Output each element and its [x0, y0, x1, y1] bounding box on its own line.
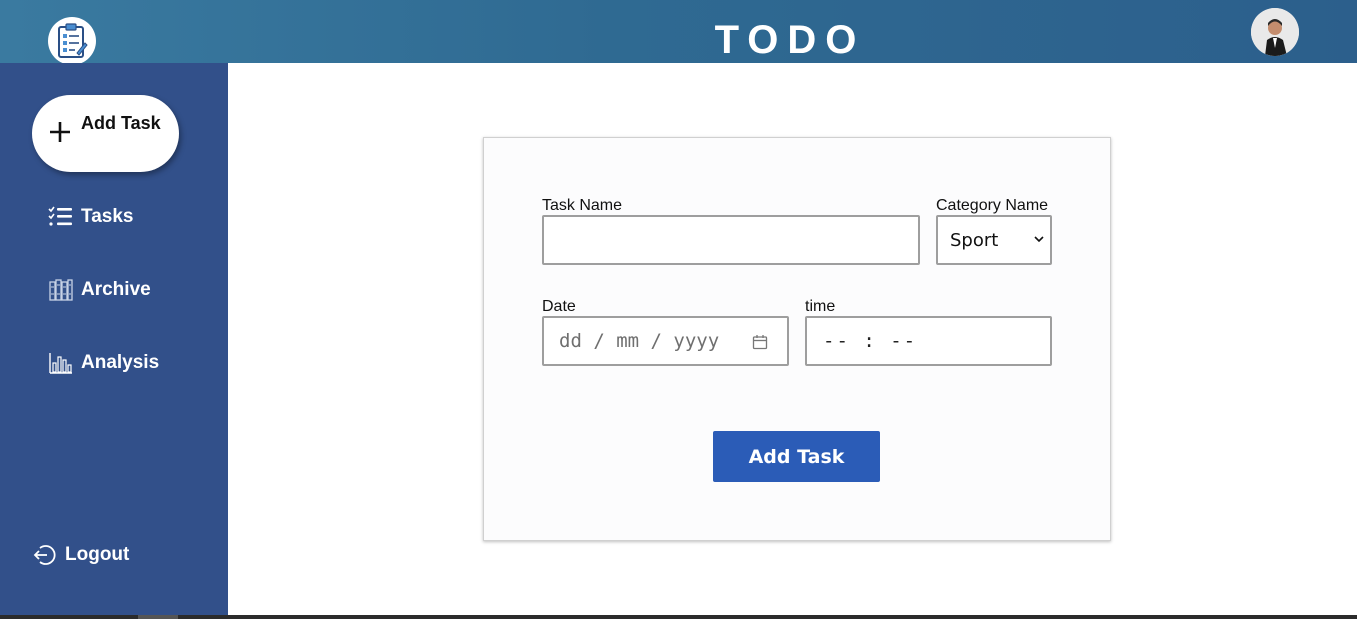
category-select[interactable]: Sport — [936, 215, 1052, 265]
user-avatar-icon[interactable] — [1251, 8, 1299, 56]
time-label: time — [805, 298, 836, 315]
sidebar-item-analysis[interactable]: Analysis — [48, 348, 159, 378]
chevron-down-icon — [1034, 236, 1044, 243]
category-name-label: Category Name — [936, 197, 1049, 214]
bottom-strip — [0, 615, 1357, 619]
add-task-sidebar-label: Add Task — [81, 113, 161, 133]
date-label: Date — [542, 298, 576, 315]
checklist-icon — [48, 205, 73, 230]
app-title: TODO — [714, 18, 866, 62]
sidebar-item-archive[interactable]: Archive — [48, 275, 151, 305]
plus-icon — [50, 122, 70, 142]
date-placeholder: dd / mm / yyyy — [559, 330, 720, 352]
sidebar-item-label: Archive — [81, 279, 151, 300]
add-task-sidebar-button[interactable]: Add Task — [32, 95, 179, 172]
category-selected-value: Sport — [950, 229, 999, 251]
add-task-form: Task Name Category Name Sport Date dd / … — [483, 137, 1111, 541]
bottom-strip-tab — [138, 615, 178, 619]
app-header: TODO — [0, 0, 1357, 65]
logout-button[interactable]: Logout — [32, 540, 129, 570]
logout-label: Logout — [65, 544, 130, 565]
time-placeholder: -- : -- — [823, 330, 918, 352]
sidebar-item-label: Analysis — [81, 352, 160, 373]
date-input[interactable]: dd / mm / yyyy — [542, 316, 789, 366]
sidebar-item-label: Tasks — [81, 206, 134, 227]
sidebar-item-tasks[interactable]: Tasks — [48, 202, 133, 232]
task-name-label: Task Name — [542, 197, 623, 214]
calendar-icon[interactable] — [752, 334, 768, 350]
task-name-input[interactable] — [542, 215, 920, 265]
logout-icon — [32, 543, 57, 568]
archive-icon — [48, 278, 73, 303]
time-input[interactable]: -- : -- — [805, 316, 1052, 366]
sidebar: Add Task Tasks Archive Analysis Logout — [0, 63, 228, 615]
bar-chart-icon — [48, 351, 73, 376]
add-task-submit-button[interactable]: Add Task — [713, 431, 880, 482]
